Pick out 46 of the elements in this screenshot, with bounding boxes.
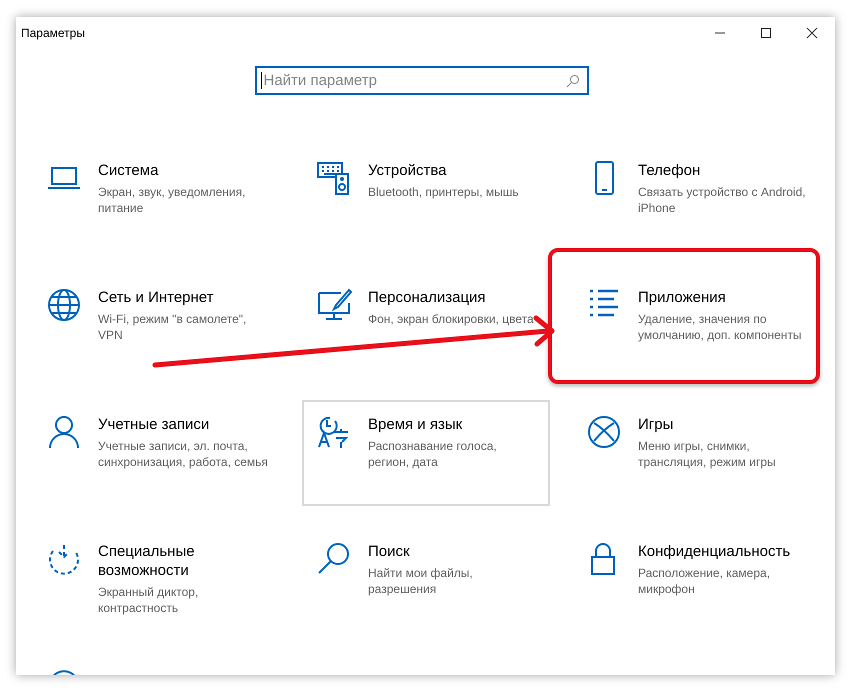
search-icon [566,74,580,88]
maximize-icon [760,27,772,39]
category-description: Расположение, камера, микрофон [638,565,772,597]
settings-category[interactable]: Игры Меню игры, снимки, трансляция, режим игры [572,400,820,506]
category-title: Игры [638,415,674,434]
settings-category[interactable]: Поиск Найти мои файлы, разрешения [302,527,550,633]
category-title: Конфиденциальность [638,542,792,561]
category-description: Bluetooth, принтеры, мышь [368,184,519,200]
category-title: Учетные записи [98,415,210,434]
category-title: Персонализация [368,288,487,307]
settings-category[interactable]: Телефон Связать устройство с Android, iPhone [572,146,820,252]
settings-category[interactable]: Приложения Удаление, значения по умолчанию, доп. компоненты [572,273,820,379]
settings-category[interactable]: Сеть и Интернет Wi-Fi, режим "в самолете", VPN [32,273,280,379]
category-description: Фон, экран блокировки, цвета [368,311,534,327]
category-description: Меню игры, снимки, трансляция, режим игры [638,438,777,470]
settings-category[interactable]: Специальные возможности Экранный диктор, контрастность [32,527,280,633]
category-title: Приложения [638,288,727,307]
search-field[interactable]: Найти параметр [254,66,588,95]
category-description: Учетные записи, эл. почта, синхронизация, работа, семья [98,438,269,470]
keyboard-icon [316,160,352,196]
category-description: Экран, звук, уведомления, питание [98,184,246,216]
person-icon [46,414,82,450]
category-description: Распознавание голоса, регион, дата [368,438,498,470]
brush-icon [316,287,352,323]
settings-category[interactable]: Учетные записи Учетные записи, эл. почта, синхронизация, работа, семья [32,400,280,506]
category-title: Устройства [368,161,448,180]
category-title: Специальные возможности [98,542,196,580]
category-description: Экранный диктор, контрастность [98,584,200,616]
category-title: Сеть и Интернет [98,288,215,307]
settings-category[interactable]: Устройства Bluetooth, принтеры, мышь [302,146,550,252]
category-title: Поиск [368,542,411,561]
settings-category[interactable]: Система Экран, звук, уведомления, питание [32,146,280,252]
text-cursor [260,72,262,89]
category-description: Удаление, значения по умолчанию, доп. компоненты [638,311,803,343]
category-description: Найти мои файлы, разрешения [368,565,474,597]
close-icon [806,27,818,39]
category-title: Время и язык [368,415,464,434]
globe-icon [46,287,82,323]
category-description: Wi-Fi, режим "в самолете", VPN [98,311,248,343]
category-title: Телефон [638,161,702,180]
window-title: Параметры [21,26,85,40]
category-description: Связать устройство с Android, iPhone [638,184,807,216]
settings-category[interactable]: Время и язык Распознавание голоса, регион, дата [302,400,550,506]
settings-category[interactable]: Конфиденциальность Расположение, камера, микрофон [572,527,820,633]
category-title: Система [98,161,160,180]
settings-category[interactable]: Персонализация Фон, экран блокировки, цвета [302,273,550,379]
